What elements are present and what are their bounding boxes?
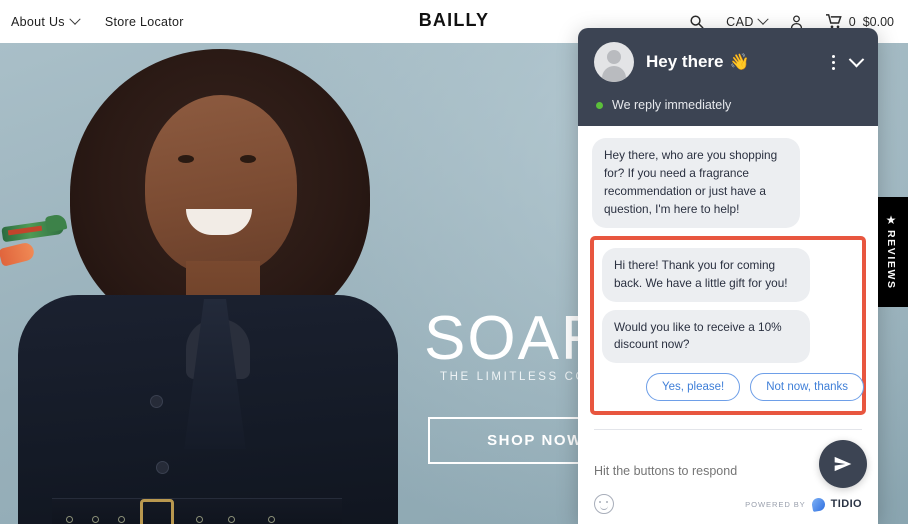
currency-selector[interactable]: CAD [726, 13, 769, 29]
model-eye-left [178, 155, 194, 163]
nav-item-about-us-label: About Us [11, 14, 65, 29]
nav-item-about-us[interactable]: About Us [11, 13, 81, 29]
belt-buckle [140, 499, 174, 524]
chevron-down-icon[interactable] [848, 51, 865, 67]
avatar [594, 42, 634, 82]
powered-by-label: POWERED BY [745, 499, 806, 509]
chat-title-text: Hey there [646, 52, 724, 71]
chevron-down-icon [69, 13, 81, 25]
belt-eyelet [228, 516, 235, 523]
chat-title: Hey there 👋 [646, 52, 749, 72]
tidio-logo-icon [810, 496, 826, 512]
chat-message: Hey there, who are you shopping for? If … [592, 138, 800, 228]
chat-message: Would you like to receive a 10% discount… [602, 309, 810, 364]
cart-total: $0.00 [862, 14, 894, 29]
powered-by-tidio: POWERED BY TIDIO [745, 496, 862, 512]
chat-status: We reply immediately [594, 82, 862, 126]
belt-eyelet [268, 516, 275, 523]
send-button[interactable] [819, 440, 867, 488]
cart-icon [825, 14, 842, 29]
search-icon[interactable] [689, 14, 704, 29]
page-root: SOAR THE LIMITLESS COLLECTION SHOP NOW A… [0, 0, 908, 524]
primary-nav: About Us Store Locator [0, 13, 184, 29]
send-icon [834, 456, 852, 472]
emoji-icon[interactable] [594, 494, 614, 514]
waving-hand-icon: 👋 [729, 54, 750, 71]
reviews-tab-label: REVIEWS [885, 230, 897, 290]
belt-eyelet [66, 516, 73, 523]
tidio-brand-name: TIDIO [830, 498, 862, 510]
chat-header: Hey there 👋 We reply immediately [578, 28, 878, 126]
blazer-button [150, 395, 163, 408]
blazer-button [156, 461, 169, 474]
belt-eyelet [92, 516, 99, 523]
chat-message-list: Hey there, who are you shopping for? If … [578, 126, 878, 450]
chat-message: Hi there! Thank you for coming back. We … [602, 247, 810, 302]
nav-item-store-locator[interactable]: Store Locator [105, 15, 184, 29]
quick-reply-no-button[interactable]: Not now, thanks [750, 373, 865, 402]
chat-status-label: We reply immediately [612, 98, 732, 112]
more-options-icon[interactable] [830, 53, 837, 72]
chevron-down-icon [757, 13, 769, 25]
nav-item-store-locator-label: Store Locator [104, 14, 184, 29]
belt-eyelet [196, 516, 203, 523]
quick-reply-yes-button[interactable]: Yes, please! [646, 373, 741, 402]
cart-button[interactable]: 0 $0.00 [825, 14, 894, 29]
currency-label: CAD [726, 14, 754, 29]
promo-highlight-box: Hi there! Thank you for coming back. We … [590, 235, 866, 416]
reviews-tab[interactable]: ★ REVIEWS [874, 197, 908, 307]
chat-widget: Hey there 👋 We reply immediately Hey the… [578, 28, 878, 524]
toy-plane-graphic [1, 213, 68, 249]
chat-divider [594, 429, 862, 431]
model-face [145, 95, 297, 275]
belt-eyelet [118, 516, 125, 523]
model-eye-right [240, 155, 256, 163]
online-status-dot [596, 101, 603, 109]
star-icon: ★ [885, 213, 897, 228]
quick-reply-group: Yes, please! Not now, thanks [602, 373, 865, 402]
cart-count: 0 [848, 14, 856, 29]
